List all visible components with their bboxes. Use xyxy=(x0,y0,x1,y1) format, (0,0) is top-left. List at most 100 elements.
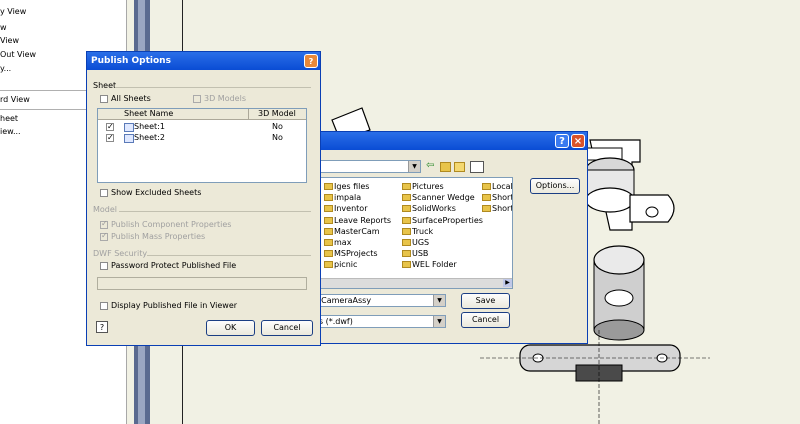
table-row[interactable]: Sheet:1 No xyxy=(98,121,306,132)
folder-icon xyxy=(482,183,491,190)
folder-name: Inventor xyxy=(334,204,368,214)
folder-icon xyxy=(324,239,333,246)
model-group-label: Model xyxy=(93,205,118,214)
chevron-down-icon: ▼ xyxy=(433,295,445,306)
group-divider xyxy=(119,211,311,212)
list-item[interactable]: Truck xyxy=(402,227,433,237)
password-protect-checkbox[interactable] xyxy=(100,262,108,270)
table-row[interactable]: Sheet:2 No xyxy=(98,132,306,143)
filetype-combo[interactable]: es (*.dwf) ▼ xyxy=(311,315,446,328)
folder-name: USB xyxy=(412,249,429,259)
folder-icon xyxy=(402,227,411,235)
folder-name: WEL Folder xyxy=(412,260,457,270)
folder-name: picnic xyxy=(334,260,358,270)
cancel-button[interactable]: Cancel xyxy=(261,320,313,336)
sheet-name: Sheet:1 xyxy=(134,122,165,131)
folder-icon xyxy=(402,261,411,269)
close-button[interactable]: × xyxy=(571,134,585,148)
list-item[interactable]: picnic xyxy=(324,260,357,270)
3d-models-checkbox[interactable] xyxy=(193,95,201,103)
sheet-icon xyxy=(124,123,134,132)
view-menu-icon[interactable] xyxy=(470,161,484,173)
folder-name: impala xyxy=(334,193,362,203)
folder-name: Pictures xyxy=(412,182,444,191)
password-field[interactable] xyxy=(97,277,307,290)
publish-options-dialog: Publish Options ? Sheet All Sheets 3D Mo… xyxy=(86,51,321,346)
group-divider xyxy=(147,255,311,256)
sheet-icon xyxy=(124,134,134,143)
folder-name: SurfaceProperties xyxy=(412,215,483,225)
sheet-checkbox[interactable] xyxy=(106,132,114,143)
chevron-down-icon: ▼ xyxy=(408,161,420,172)
publish-component-checkbox[interactable] xyxy=(100,219,108,229)
folder-name: Short xyxy=(492,204,513,214)
save-in-combo[interactable]: ▼ xyxy=(311,160,421,173)
3d-models-label: 3D Models xyxy=(204,94,246,103)
menu-item-2[interactable]: w xyxy=(0,22,120,34)
ok-button[interactable]: OK xyxy=(206,320,255,336)
nav-toolbar: ⇦ xyxy=(426,160,496,173)
horizontal-scrollbar[interactable]: ▶ xyxy=(312,278,512,288)
publish-component-label: Publish Component Properties xyxy=(111,220,232,229)
list-item[interactable]: impala xyxy=(324,193,361,203)
list-item[interactable]: Pictures xyxy=(402,182,444,192)
list-item[interactable]: max xyxy=(324,238,351,248)
all-sheets-label: All Sheets xyxy=(111,94,151,103)
show-excluded-label: Show Excluded Sheets xyxy=(111,188,202,197)
list-item[interactable]: Scanner Wedge xyxy=(402,193,475,203)
folder-icon xyxy=(402,216,411,224)
publish-dialog-titlebar[interactable]: Publish Options xyxy=(87,52,320,70)
list-item[interactable]: Inventor xyxy=(324,204,367,214)
list-item[interactable]: MSProjects xyxy=(324,249,378,259)
folder-icon xyxy=(402,183,411,190)
list-item[interactable]: Short xyxy=(482,204,513,214)
folder-icon xyxy=(402,250,411,258)
list-item[interactable]: SolidWorks xyxy=(402,204,456,214)
file-list[interactable]: Iges files impala Inventor Leave Reports Mas… xyxy=(311,177,513,289)
list-item[interactable]: Local xyxy=(482,182,512,192)
folder-icon xyxy=(482,205,491,213)
list-item[interactable]: Iges files xyxy=(324,182,369,192)
help-button-icon[interactable]: ? xyxy=(96,321,108,333)
folder-icon xyxy=(482,194,491,202)
save-dialog-titlebar[interactable] xyxy=(311,132,587,150)
list-item[interactable]: SurfaceProperties xyxy=(402,216,483,226)
publish-mass-checkbox[interactable] xyxy=(100,231,108,241)
folder-name: UGS xyxy=(412,238,430,247)
save-cancel-button[interactable]: Cancel xyxy=(461,312,510,328)
list-item[interactable]: MasterCam xyxy=(324,227,380,237)
show-excluded-checkbox[interactable] xyxy=(100,189,108,197)
up-folder-icon[interactable] xyxy=(440,162,451,172)
folder-icon xyxy=(402,239,411,246)
display-in-viewer-checkbox[interactable] xyxy=(100,302,108,310)
folder-icon xyxy=(402,205,411,213)
folder-icon xyxy=(402,194,411,202)
new-folder-icon[interactable] xyxy=(454,162,465,172)
list-item[interactable]: USB xyxy=(402,249,428,259)
filename-combo[interactable]: leCameraAssy ▼ xyxy=(311,294,446,307)
options-button[interactable]: Options... xyxy=(530,178,580,194)
folder-name: Leave Reports xyxy=(334,215,392,225)
col-sheet-name[interactable]: Sheet Name xyxy=(124,109,173,119)
scroll-right-icon[interactable]: ▶ xyxy=(503,279,512,287)
menu-item-3[interactable]: View xyxy=(0,35,120,47)
back-icon[interactable]: ⇦ xyxy=(426,160,434,171)
col-3d-model[interactable]: 3D Model xyxy=(258,109,296,119)
help-icon[interactable]: ? xyxy=(304,54,318,68)
list-item[interactable]: WEL Folder xyxy=(402,260,457,270)
folder-icon xyxy=(324,261,333,269)
folder-name: Short xyxy=(492,193,513,203)
folder-icon xyxy=(324,250,333,258)
save-button[interactable]: Save xyxy=(461,293,510,309)
filename-value: leCameraAssy xyxy=(314,296,372,305)
list-item[interactable]: UGS xyxy=(402,238,429,248)
all-sheets-checkbox[interactable] xyxy=(100,95,108,103)
folder-name: MSProjects xyxy=(334,249,378,259)
chevron-down-icon: ▼ xyxy=(433,316,445,327)
sheet-checkbox[interactable] xyxy=(106,121,114,132)
folder-name: Iges files xyxy=(334,182,370,191)
help-button[interactable]: ? xyxy=(555,134,569,148)
list-item[interactable]: Short xyxy=(482,193,513,203)
menu-item-1[interactable]: y View xyxy=(0,6,120,18)
list-item[interactable]: Leave Reports xyxy=(324,216,391,226)
